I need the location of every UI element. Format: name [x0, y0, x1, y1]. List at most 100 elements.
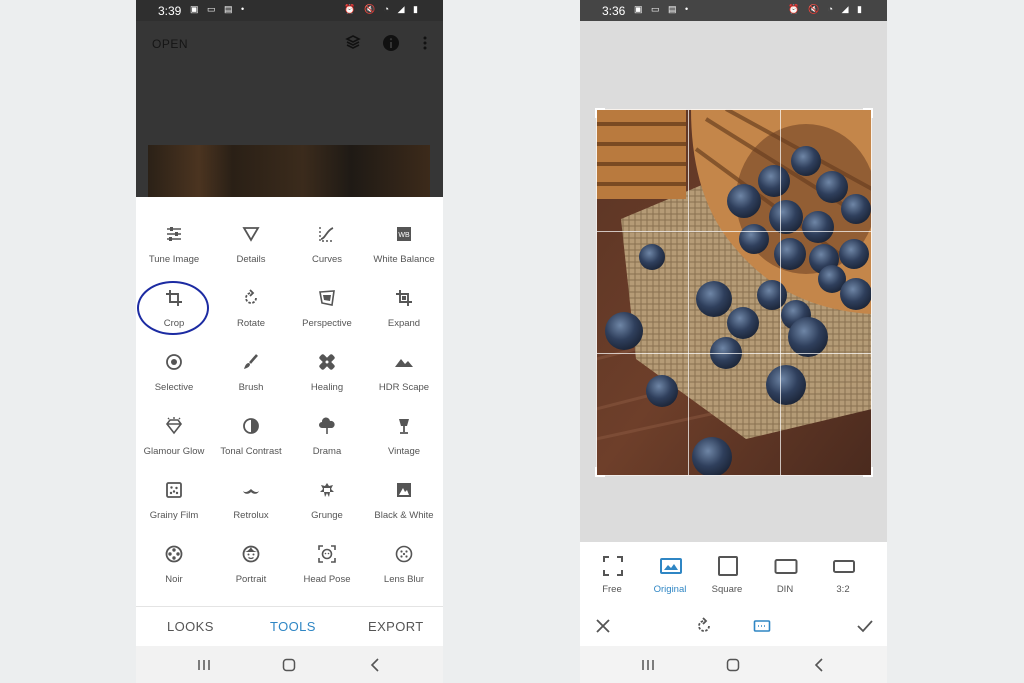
selective-icon	[166, 354, 182, 370]
perspective-icon	[319, 290, 335, 306]
aspect-ratio-icon[interactable]	[752, 616, 772, 636]
aspect-option-din[interactable]: DIN	[757, 552, 813, 600]
tool-white-balance[interactable]: WB White Balance	[366, 197, 442, 265]
back-icon[interactable]	[810, 656, 828, 674]
film-reel-icon	[165, 545, 183, 563]
square-icon	[718, 556, 738, 576]
tool-lens-blur[interactable]: Lens Blur	[366, 517, 442, 585]
tool-selective[interactable]: Selective	[136, 325, 212, 393]
grid-line-h2	[597, 353, 871, 354]
tool-healing[interactable]: Healing	[289, 325, 365, 393]
crop-handle-top-right[interactable]	[863, 108, 873, 118]
din-rect-icon	[774, 559, 798, 574]
layers-icon[interactable]	[344, 34, 362, 52]
tool-drama[interactable]: Drama	[289, 389, 365, 457]
info-icon[interactable]	[382, 34, 400, 52]
curves-icon	[319, 227, 334, 242]
mountains-icon	[395, 359, 413, 367]
crop-action-bar	[580, 606, 887, 646]
crop-handle-bottom-right[interactable]	[863, 467, 873, 477]
image-icon	[660, 558, 682, 574]
expand-icon	[396, 290, 412, 306]
status-bar: 3:36 ▣ ▭ ▤ • ⏰ 🔇 ◔ ◢ ▮	[580, 0, 887, 21]
tool-retrolux[interactable]: Retrolux	[213, 453, 289, 521]
tool-tune-image[interactable]: Tune Image	[136, 197, 212, 265]
photo-preview	[148, 145, 430, 197]
diamond-icon	[165, 417, 183, 435]
tool-rotate[interactable]: Rotate	[213, 261, 289, 329]
free-crop-icon	[603, 556, 623, 576]
brush-icon	[244, 354, 258, 369]
tool-details[interactable]: Details	[213, 197, 289, 265]
tool-expand[interactable]: Expand	[366, 261, 442, 329]
back-icon[interactable]	[366, 656, 384, 674]
tool-curves[interactable]: Curves	[289, 197, 365, 265]
app-header-dimmed: OPEN	[136, 21, 443, 197]
tab-export[interactable]: EXPORT	[368, 619, 424, 634]
tool-noir[interactable]: Noir	[136, 517, 212, 585]
aspect-option-free[interactable]: Free	[584, 552, 640, 600]
open-button[interactable]: OPEN	[152, 37, 188, 51]
cancel-icon[interactable]	[593, 616, 613, 636]
cloud-rain-icon	[319, 417, 335, 434]
lamp-icon	[399, 419, 409, 434]
face-icon	[242, 545, 260, 563]
crop-frame[interactable]	[595, 108, 873, 477]
grid-line-h1	[597, 231, 871, 232]
status-bar: 3:39 ▣ ▭ ▤ • ⏰ 🔇 ◔ ◢ ▮	[136, 0, 443, 21]
home-icon[interactable]	[280, 656, 298, 674]
tool-glamour-glow[interactable]: Glamour Glow	[136, 389, 212, 457]
grid-line-v2	[780, 110, 781, 475]
crop-handle-bottom-left[interactable]	[595, 467, 605, 477]
crop-handle-top-left[interactable]	[595, 108, 605, 118]
system-status-icons: ⏰ 🔇 ◔ ◢ ▮	[344, 4, 421, 14]
more-vert-icon[interactable]	[416, 34, 434, 52]
head-pose-icon	[318, 545, 336, 563]
svg-text:WB: WB	[398, 232, 410, 239]
tool-label: Portrait	[235, 574, 267, 585]
tonal-contrast-icon	[243, 418, 259, 434]
system-status-icons: ⏰ 🔇 ◔ ◢ ▮	[788, 4, 865, 14]
tool-grainy-film[interactable]: Grainy Film	[136, 453, 212, 521]
tool-black-and-white[interactable]: Black & White	[366, 453, 442, 521]
tools-screen: 3:39 ▣ ▭ ▤ • ⏰ 🔇 ◔ ◢ ▮ OPEN Tune Image De…	[136, 0, 443, 683]
recent-apps-icon[interactable]	[639, 656, 657, 674]
aspect-option-label: Free	[602, 584, 622, 595]
tool-brush[interactable]: Brush	[213, 325, 289, 393]
rotate-icon[interactable]	[694, 616, 714, 636]
aspect-option-original[interactable]: Original	[642, 552, 698, 600]
tool-vintage[interactable]: Vintage	[366, 389, 442, 457]
aspect-ratio-bar: Free Original Square DIN 3:2	[580, 542, 887, 606]
tools-grid: Tune Image Details Curves WB White Balance Cr…	[136, 197, 443, 606]
rotate-icon	[245, 289, 257, 304]
notification-icons: ▣ ▭ ▤ •	[634, 4, 692, 14]
tool-hdr-scape[interactable]: HDR Scape	[366, 325, 442, 393]
tool-portrait[interactable]: Portrait	[213, 517, 289, 585]
android-nav-bar	[580, 646, 887, 683]
tab-tools[interactable]: TOOLS	[270, 619, 316, 634]
mustache-icon	[243, 489, 259, 494]
lens-blur-icon	[395, 545, 413, 563]
black-white-icon	[397, 483, 411, 497]
film-grain-icon	[166, 482, 182, 498]
tool-tonal-contrast[interactable]: Tonal Contrast	[213, 389, 289, 457]
android-nav-bar	[136, 646, 443, 683]
tab-looks[interactable]: LOOKS	[167, 619, 214, 634]
aspect-option-label: DIN	[776, 584, 794, 595]
tool-crop[interactable]: Crop	[136, 261, 212, 329]
tool-label: Noir	[165, 574, 183, 585]
grunge-icon	[320, 483, 334, 497]
recent-apps-icon[interactable]	[195, 656, 213, 674]
notification-icons: ▣ ▭ ▤ •	[190, 4, 248, 14]
tool-grunge[interactable]: Grunge	[289, 453, 365, 521]
tool-perspective[interactable]: Perspective	[289, 261, 365, 329]
aspect-option-label: Original	[653, 584, 687, 595]
bottom-tabs: LOOKS TOOLS EXPORT	[136, 606, 443, 646]
aspect-option-label: 3:2	[836, 584, 850, 595]
crop-screen: 3:36 ▣ ▭ ▤ • ⏰ 🔇 ◔ ◢ ▮ Free Original Squ…	[580, 0, 887, 683]
home-icon[interactable]	[724, 656, 742, 674]
apply-check-icon[interactable]	[855, 616, 875, 636]
aspect-option-3-2[interactable]: 3:2	[815, 552, 871, 600]
tool-head-pose[interactable]: Head Pose	[289, 517, 365, 585]
aspect-option-square[interactable]: Square	[699, 552, 755, 600]
